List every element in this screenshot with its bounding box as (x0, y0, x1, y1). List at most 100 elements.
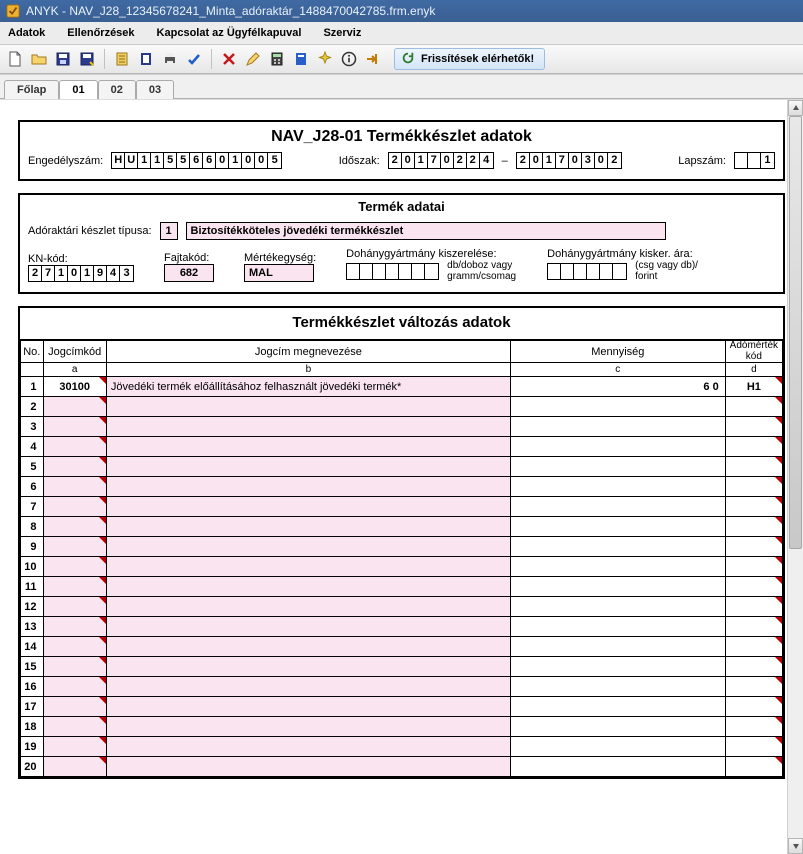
row-name[interactable] (106, 697, 510, 717)
row-tax[interactable] (725, 537, 782, 557)
menu-szerviz[interactable]: Szerviz (319, 24, 365, 42)
row-tax[interactable] (725, 437, 782, 457)
note-icon[interactable] (135, 48, 157, 70)
row-name[interactable] (106, 537, 510, 557)
check-icon[interactable] (183, 48, 205, 70)
row-qty[interactable] (510, 397, 725, 417)
row-tax[interactable] (725, 717, 782, 737)
row-qty[interactable] (510, 677, 725, 697)
delete-icon[interactable] (218, 48, 240, 70)
row-name[interactable] (106, 577, 510, 597)
row-qty[interactable] (510, 457, 725, 477)
row-qty[interactable]: 6 0 (510, 377, 725, 397)
row-name[interactable] (106, 457, 510, 477)
row-qty[interactable] (510, 577, 725, 597)
row-qty[interactable] (510, 417, 725, 437)
row-qty[interactable] (510, 737, 725, 757)
row-tax[interactable] (725, 597, 782, 617)
row-qty[interactable] (510, 477, 725, 497)
row-code[interactable] (43, 537, 106, 557)
updates-available-button[interactable]: Frissítések elérhetők! (394, 48, 545, 70)
row-name[interactable] (106, 597, 510, 617)
open-folder-icon[interactable] (28, 48, 50, 70)
stock-type-code[interactable]: 1 (160, 222, 178, 240)
row-name[interactable] (106, 717, 510, 737)
scroll-thumb[interactable] (789, 116, 802, 549)
scroll-up-button[interactable] (788, 100, 803, 116)
print-icon[interactable] (159, 48, 181, 70)
row-qty[interactable] (510, 497, 725, 517)
cut-icon[interactable] (111, 48, 133, 70)
row-qty[interactable] (510, 757, 725, 777)
row-tax[interactable] (725, 697, 782, 717)
row-code[interactable]: 30100 (43, 377, 106, 397)
tobacco-pack-cells[interactable] (346, 263, 439, 280)
sparkle-icon[interactable] (314, 48, 336, 70)
row-name[interactable] (106, 737, 510, 757)
row-tax[interactable] (725, 557, 782, 577)
row-name[interactable] (106, 477, 510, 497)
row-name[interactable] (106, 617, 510, 637)
row-name[interactable] (106, 437, 510, 457)
row-code[interactable] (43, 637, 106, 657)
row-tax[interactable] (725, 457, 782, 477)
row-tax[interactable] (725, 677, 782, 697)
row-tax[interactable] (725, 517, 782, 537)
kn-code-cells[interactable]: 27101943 (28, 265, 134, 282)
row-tax[interactable] (725, 757, 782, 777)
species-code-value[interactable]: 682 (164, 264, 214, 282)
row-name[interactable] (106, 677, 510, 697)
row-code[interactable] (43, 737, 106, 757)
info-icon[interactable] (338, 48, 360, 70)
vertical-scrollbar[interactable] (787, 100, 803, 854)
row-code[interactable] (43, 677, 106, 697)
row-name[interactable] (106, 657, 510, 677)
row-code[interactable] (43, 697, 106, 717)
row-qty[interactable] (510, 657, 725, 677)
save-icon[interactable] (52, 48, 74, 70)
row-tax[interactable] (725, 737, 782, 757)
scroll-track[interactable] (788, 116, 803, 838)
tab-folap[interactable]: Főlap (4, 80, 59, 99)
menu-ellenorzesek[interactable]: Ellenőrzések (63, 24, 138, 42)
row-name[interactable] (106, 497, 510, 517)
row-tax[interactable] (725, 637, 782, 657)
row-tax[interactable] (725, 417, 782, 437)
row-code[interactable] (43, 617, 106, 637)
row-code[interactable] (43, 757, 106, 777)
row-qty[interactable] (510, 697, 725, 717)
scroll-down-button[interactable] (788, 838, 803, 854)
menu-kapcsolat[interactable]: Kapcsolat az Ügyfélkapuval (153, 24, 306, 42)
row-name[interactable] (106, 397, 510, 417)
edit-icon[interactable] (242, 48, 264, 70)
tab-02[interactable]: 02 (98, 80, 136, 99)
row-tax[interactable]: H1 (725, 377, 782, 397)
row-tax[interactable] (725, 497, 782, 517)
row-qty[interactable] (510, 537, 725, 557)
row-tax[interactable] (725, 397, 782, 417)
row-code[interactable] (43, 657, 106, 677)
row-qty[interactable] (510, 517, 725, 537)
tab-01[interactable]: 01 (59, 80, 97, 99)
row-tax[interactable] (725, 577, 782, 597)
row-tax[interactable] (725, 657, 782, 677)
stock-type-text[interactable]: Biztosítékköteles jövedéki termékkészlet (186, 222, 666, 240)
row-qty[interactable] (510, 637, 725, 657)
row-code[interactable] (43, 597, 106, 617)
row-code[interactable] (43, 497, 106, 517)
tab-03[interactable]: 03 (136, 80, 174, 99)
menu-adatok[interactable]: Adatok (4, 24, 49, 42)
row-name[interactable] (106, 637, 510, 657)
row-qty[interactable] (510, 597, 725, 617)
row-qty[interactable] (510, 717, 725, 737)
row-name[interactable] (106, 417, 510, 437)
unit-value[interactable]: MAL (244, 264, 314, 282)
row-name[interactable] (106, 517, 510, 537)
row-code[interactable] (43, 517, 106, 537)
row-code[interactable] (43, 477, 106, 497)
row-tax[interactable] (725, 477, 782, 497)
row-code[interactable] (43, 577, 106, 597)
book-icon[interactable] (290, 48, 312, 70)
save-as-icon[interactable] (76, 48, 98, 70)
row-name[interactable]: Jövedéki termék előállításához felhaszná… (106, 377, 510, 397)
